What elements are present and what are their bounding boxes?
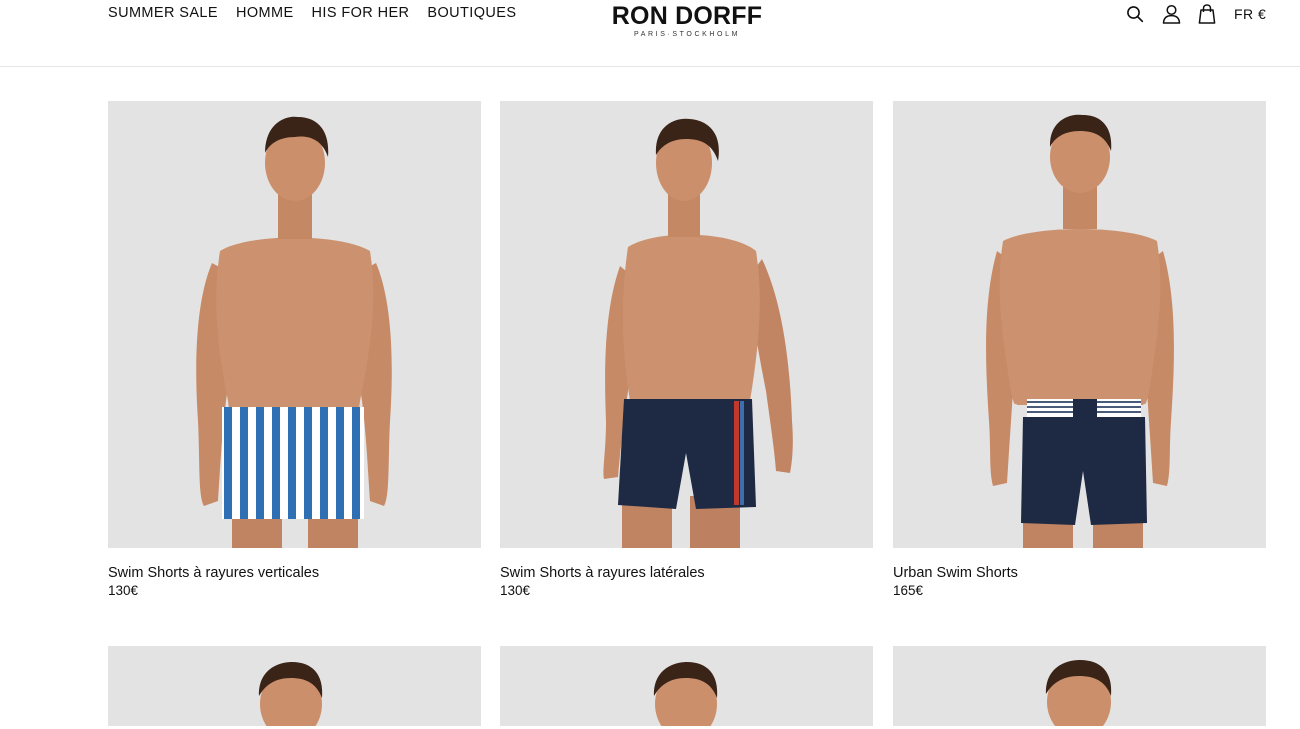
product-card[interactable]: Swim Shorts à rayures verticales 130€ — [108, 101, 481, 599]
search-button[interactable] — [1124, 3, 1146, 25]
brand-tagline: PARIS·STOCKHOLM — [633, 31, 741, 38]
product-photo-model — [108, 101, 481, 548]
locale-selector[interactable]: FR € — [1234, 6, 1266, 22]
product-photo-model — [500, 646, 873, 726]
nav-item-his-for-her[interactable]: HIS FOR HER — [312, 5, 410, 21]
product-price: 130€ — [108, 583, 139, 598]
product-photo-model — [893, 646, 1266, 726]
product-image[interactable] — [893, 101, 1266, 548]
product-name[interactable]: Swim Shorts à rayures latérales — [500, 565, 873, 582]
product-name[interactable]: Urban Swim Shorts — [893, 565, 1266, 582]
product-card[interactable] — [108, 646, 481, 726]
product-card[interactable]: Swim Shorts à rayures latérales 130€ — [500, 101, 873, 599]
product-image[interactable] — [108, 646, 481, 726]
cart-button[interactable] — [1196, 3, 1218, 25]
account-button[interactable] — [1160, 3, 1182, 25]
nav-item-boutiques[interactable]: BOUTIQUES — [427, 5, 516, 21]
user-icon — [1162, 4, 1180, 24]
product-name[interactable]: Swim Shorts à rayures verticales — [108, 565, 481, 582]
product-photo-model — [893, 101, 1266, 548]
main-nav: SUMMER SALE HOMME HIS FOR HER BOUTIQUES — [108, 5, 516, 21]
product-image[interactable] — [893, 646, 1266, 726]
nav-item-summer-sale[interactable]: SUMMER SALE — [108, 5, 218, 21]
product-photo-model — [500, 101, 873, 548]
header-tools: FR € — [1124, 3, 1266, 25]
product-card[interactable] — [500, 646, 873, 726]
product-image[interactable] — [500, 101, 873, 548]
product-card[interactable]: Urban Swim Shorts 165€ — [893, 101, 1266, 599]
search-icon — [1127, 6, 1144, 23]
site-header: SUMMER SALE HOMME HIS FOR HER BOUTIQUES … — [0, 0, 1300, 67]
shopping-bag-icon — [1198, 4, 1216, 24]
brand-logo[interactable]: RON DORFF PARIS·STOCKHOLM — [600, 3, 774, 38]
brand-name: RON DORFF — [611, 2, 763, 30]
nav-item-homme[interactable]: HOMME — [236, 5, 294, 21]
product-card[interactable] — [893, 646, 1266, 726]
product-image[interactable] — [108, 101, 481, 548]
product-price: 165€ — [893, 583, 924, 598]
product-photo-model — [108, 646, 481, 726]
product-price: 130€ — [500, 583, 531, 598]
product-image[interactable] — [500, 646, 873, 726]
